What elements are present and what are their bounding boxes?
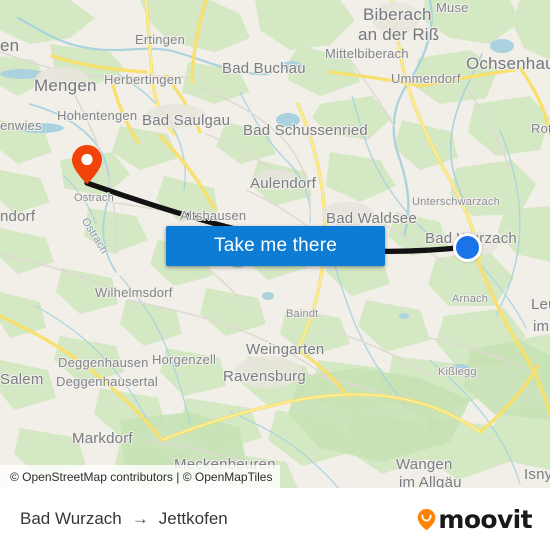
moovit-logo[interactable]: moovit: [417, 504, 533, 534]
map-attribution[interactable]: © OpenStreetMap contributors | © OpenMap…: [0, 465, 281, 488]
take-me-there-button[interactable]: Take me there: [166, 226, 385, 266]
destination-pin-icon[interactable]: [71, 144, 103, 185]
trip-summary: Bad Wurzach → Jettkofen: [20, 509, 228, 529]
moovit-wordmark: moovit: [438, 504, 532, 534]
footer-bar: Bad Wurzach → Jettkofen moovit: [0, 488, 550, 550]
map-canvas[interactable]: Ertingen Mittelbiberach Biberach an der Riß…: [0, 0, 550, 488]
trip-destination: Jettkofen: [158, 509, 228, 528]
moovit-pin-icon: [417, 508, 436, 531]
arrow-right-icon: →: [131, 509, 149, 528]
origin-location-dot[interactable]: [453, 233, 482, 262]
trip-origin: Bad Wurzach: [20, 509, 122, 528]
moovit-route-screenshot: Ertingen Mittelbiberach Biberach an der Riß…: [0, 0, 550, 550]
